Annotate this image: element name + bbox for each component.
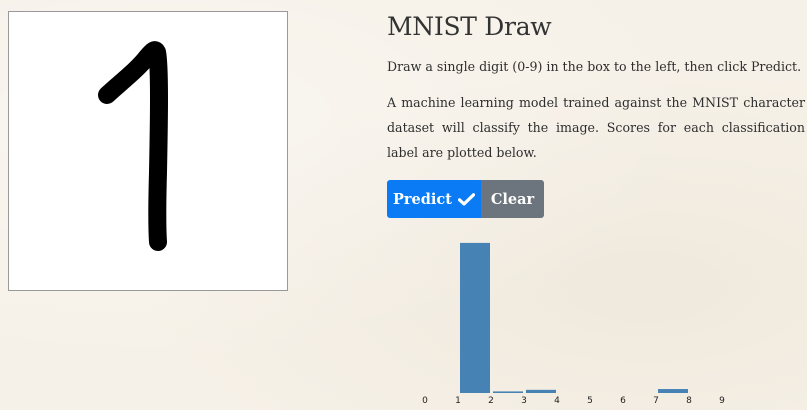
tick-label-4: 4	[554, 396, 560, 406]
tick-label-2: 2	[488, 396, 494, 406]
clear-button[interactable]: Clear	[481, 180, 544, 218]
digit-drawing	[98, 41, 168, 251]
tick-label-3: 3	[521, 396, 527, 406]
checkmark-icon	[457, 192, 475, 206]
tick-label-9: 9	[719, 396, 725, 406]
bar-3	[526, 389, 556, 393]
main-content: MNIST Draw Draw a single digit (0-9) in …	[387, 10, 805, 218]
tick-label-8: 8	[686, 396, 692, 406]
bar-1	[460, 242, 490, 393]
clear-label: Clear	[490, 190, 535, 208]
tick-label-6: 6	[620, 396, 626, 406]
tick-label-1: 1	[455, 396, 461, 406]
description-text: A machine learning model trained against…	[387, 95, 805, 160]
bar-2	[493, 391, 523, 393]
bar-7	[658, 389, 688, 393]
drawing-canvas[interactable]	[8, 11, 288, 291]
instructions-text: Draw a single digit (0-9) in the box to …	[387, 59, 802, 74]
button-group: Predict Clear	[387, 180, 544, 218]
tick-label-5: 5	[587, 396, 593, 406]
score-chart: 0 1 2 3 4 5 6 7 8 9	[422, 242, 725, 406]
page-title: MNIST Draw	[387, 12, 552, 41]
tick-label-7: 7	[653, 396, 659, 406]
digit-stroke	[98, 41, 168, 251]
tick-label-0: 0	[422, 396, 428, 406]
predict-label: Predict	[393, 190, 452, 208]
predict-button[interactable]: Predict	[387, 180, 481, 218]
